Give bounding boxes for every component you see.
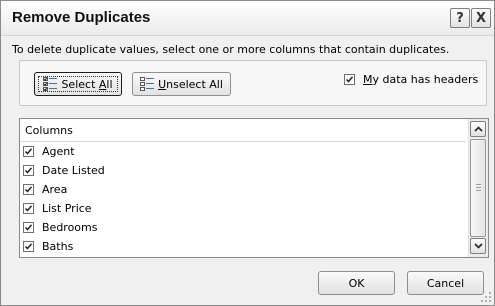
chevron-up-icon — [473, 126, 483, 132]
column-label: Bedrooms — [42, 221, 98, 234]
ok-button[interactable]: OK — [318, 271, 395, 295]
checkmark-icon — [24, 224, 33, 231]
columns-header-label: Columns — [25, 124, 73, 137]
columns-listbox[interactable]: Columns Agent Date Listed Area List Pric… — [19, 118, 489, 258]
title-bar: Remove Duplicates ? X — [1, 1, 494, 36]
dialog-title: Remove Duplicates — [12, 9, 151, 26]
cancel-label: Cancel — [426, 276, 465, 290]
column-checkbox[interactable] — [23, 222, 34, 233]
columns-header: Columns — [20, 119, 466, 142]
focus-ring — [38, 76, 118, 92]
column-checkbox[interactable] — [23, 203, 34, 214]
headers-checkbox[interactable] — [344, 74, 355, 85]
scroll-thumb[interactable] — [470, 139, 486, 237]
list-item[interactable]: Date Listed — [23, 161, 463, 180]
checkmark-icon — [24, 186, 33, 193]
instructions-text: To delete duplicate values, select one o… — [12, 43, 450, 56]
column-checkbox[interactable] — [23, 165, 34, 176]
select-all-button[interactable]: Select All — [34, 72, 122, 96]
thumb-grip — [476, 187, 481, 188]
help-button[interactable]: ? — [450, 8, 470, 28]
close-button[interactable]: X — [471, 8, 491, 28]
chevron-down-icon — [473, 243, 483, 249]
list-item[interactable]: List Price — [23, 199, 463, 218]
selection-options-group: Select All Unselect All My data has head… — [19, 60, 487, 106]
column-label: Area — [42, 183, 68, 196]
my-data-has-headers-option[interactable]: My data has headers — [344, 73, 478, 86]
vertical-scrollbar[interactable] — [468, 119, 488, 257]
column-label: Date Listed — [42, 164, 105, 177]
scroll-up-button[interactable] — [470, 121, 486, 137]
checkmark-icon — [345, 76, 354, 83]
checkmark-icon — [24, 167, 33, 174]
unselect-all-list-icon — [140, 77, 155, 91]
column-checkbox[interactable] — [23, 146, 34, 157]
column-checkbox[interactable] — [23, 241, 34, 252]
unselect-all-button[interactable]: Unselect All — [132, 72, 231, 96]
thumb-grip — [476, 190, 481, 191]
help-icon: ? — [456, 10, 464, 26]
thumb-grip — [476, 184, 481, 185]
column-label: Agent — [42, 145, 75, 158]
scroll-down-button[interactable] — [470, 238, 486, 254]
cancel-button[interactable]: Cancel — [407, 271, 484, 295]
checkmark-icon — [24, 243, 33, 250]
checkmark-icon — [24, 148, 33, 155]
close-icon: X — [475, 10, 487, 26]
checkmark-icon — [24, 205, 33, 212]
list-item[interactable]: Baths — [23, 237, 463, 256]
column-label: List Price — [42, 202, 92, 215]
remove-duplicates-dialog: Remove Duplicates ? X To delete duplicat… — [0, 0, 495, 306]
list-item[interactable]: Bedrooms — [23, 218, 463, 237]
headers-label: My data has headers — [363, 73, 479, 86]
list-item[interactable]: Area — [23, 180, 463, 199]
ok-label: OK — [348, 276, 365, 290]
unselect-all-label: Unselect All — [158, 77, 223, 91]
resize-grip-icon[interactable] — [479, 290, 492, 303]
column-checkbox[interactable] — [23, 184, 34, 195]
column-label: Baths — [42, 240, 74, 253]
list-item[interactable]: Agent — [23, 142, 463, 161]
